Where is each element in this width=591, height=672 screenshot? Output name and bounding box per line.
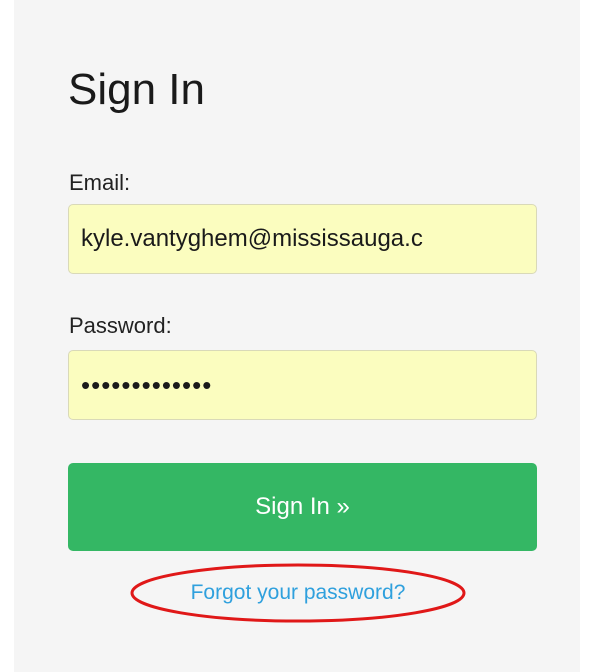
page-title: Sign In [68,65,205,114]
forgot-password-link[interactable]: Forgot your password? [128,580,468,606]
password-label: Password: [69,313,172,338]
sign-in-button[interactable]: Sign In » [68,463,537,551]
forgot-password-area: Forgot your password? [128,562,468,626]
password-mask: ••••••••••••• [81,369,213,400]
email-field[interactable] [68,204,537,274]
password-field[interactable]: ••••••••••••• [68,350,537,420]
email-label: Email: [69,170,131,195]
